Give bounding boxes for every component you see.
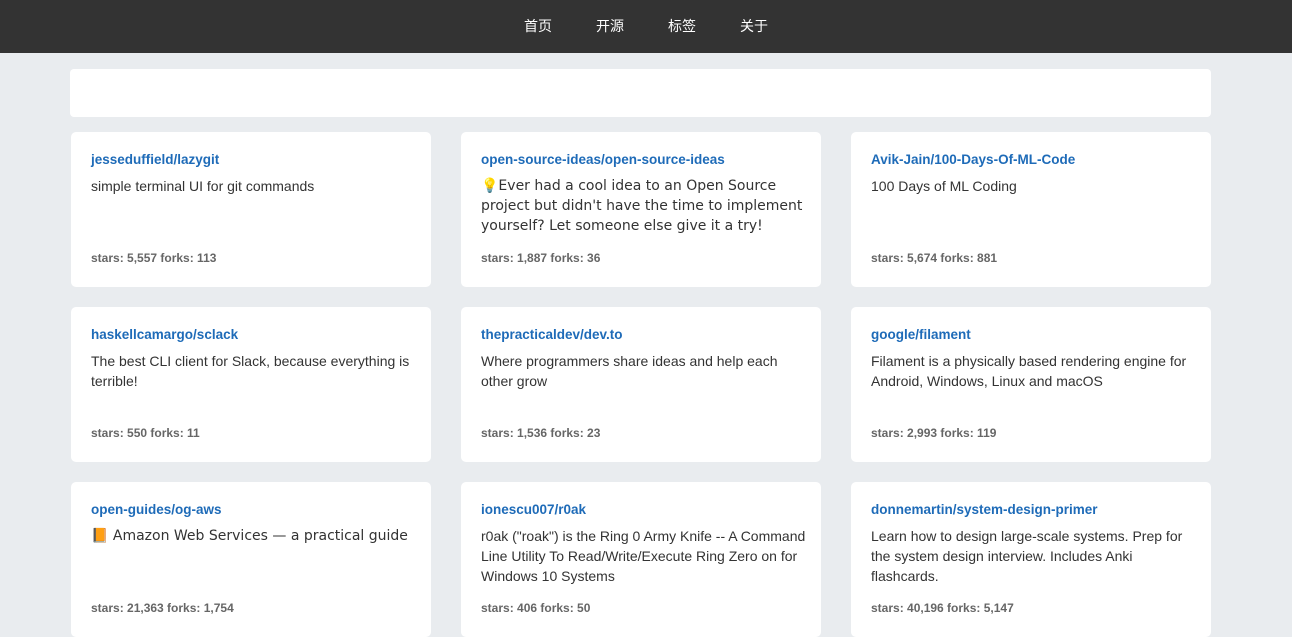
repo-description: Filament is a physically based rendering… bbox=[871, 353, 1187, 389]
repo-description: simple terminal UI for git commands bbox=[91, 178, 315, 194]
repo-description: r0ak ("roak") is the Ring 0 Army Knife -… bbox=[481, 528, 806, 584]
repo-stats: stars: 21,363 forks: 1,754 bbox=[91, 601, 234, 615]
top-nav-bar: 首页 开源 标签 关于 bbox=[0, 0, 1292, 53]
repo-card: open-guides/og-aws 📙 Amazon Web Services… bbox=[71, 482, 431, 637]
repo-description: 100 Days of ML Coding bbox=[871, 178, 1017, 194]
repo-description: Learn how to design large-scale systems.… bbox=[871, 528, 1183, 584]
repo-stats: stars: 550 forks: 11 bbox=[91, 426, 200, 440]
repo-title-link[interactable]: thepracticaldev/dev.to bbox=[481, 327, 623, 342]
nav-open-source-link[interactable]: 开源 bbox=[596, 0, 624, 53]
repo-title-link[interactable]: open-source-ideas/open-source-ideas bbox=[481, 152, 725, 167]
repo-stats: stars: 5,557 forks: 113 bbox=[91, 251, 217, 265]
repo-stats: stars: 1,536 forks: 23 bbox=[481, 426, 601, 440]
repo-title-link[interactable]: open-guides/og-aws bbox=[91, 502, 222, 517]
repo-card: open-source-ideas/open-source-ideas 💡Eve… bbox=[461, 132, 821, 287]
repo-title-link[interactable]: Avik-Jain/100-Days-Of-ML-Code bbox=[871, 152, 1075, 167]
repo-card: thepracticaldev/dev.to Where programmers… bbox=[461, 307, 821, 462]
repo-grid: jesseduffield/lazygit simple terminal UI… bbox=[71, 132, 1211, 637]
repo-title-link[interactable]: jesseduffield/lazygit bbox=[91, 152, 219, 167]
repo-description: 💡Ever had a cool idea to an Open Source … bbox=[481, 178, 803, 234]
repo-description: The best CLI client for Slack, because e… bbox=[91, 353, 410, 389]
repo-card: donnemartin/system-design-primer Learn h… bbox=[851, 482, 1211, 637]
repo-title-link[interactable]: google/filament bbox=[871, 327, 971, 342]
search-panel[interactable] bbox=[70, 69, 1211, 117]
repo-card: jesseduffield/lazygit simple terminal UI… bbox=[71, 132, 431, 287]
nav-tags-link[interactable]: 标签 bbox=[668, 0, 696, 53]
repo-card: google/filament Filament is a physically… bbox=[851, 307, 1211, 462]
main-nav: 首页 开源 标签 关于 bbox=[0, 0, 1292, 53]
repo-title-link[interactable]: donnemartin/system-design-primer bbox=[871, 502, 1098, 517]
nav-home-link[interactable]: 首页 bbox=[524, 0, 552, 53]
repo-stats: stars: 40,196 forks: 5,147 bbox=[871, 601, 1014, 615]
repo-stats: stars: 406 forks: 50 bbox=[481, 601, 591, 615]
repo-card: ionescu007/r0ak r0ak ("roak") is the Rin… bbox=[461, 482, 821, 637]
repo-stats: stars: 2,993 forks: 119 bbox=[871, 426, 997, 440]
repo-title-link[interactable]: haskellcamargo/sclack bbox=[91, 327, 238, 342]
nav-about-link[interactable]: 关于 bbox=[740, 0, 768, 53]
repo-description: Where programmers share ideas and help e… bbox=[481, 353, 778, 389]
repo-title-link[interactable]: ionescu007/r0ak bbox=[481, 502, 586, 517]
repo-stats: stars: 5,674 forks: 881 bbox=[871, 251, 998, 265]
repo-card: haskellcamargo/sclack The best CLI clien… bbox=[71, 307, 431, 462]
repo-stats: stars: 1,887 forks: 36 bbox=[481, 251, 601, 265]
repo-card: Avik-Jain/100-Days-Of-ML-Code 100 Days o… bbox=[851, 132, 1211, 287]
repo-description: 📙 Amazon Web Services — a practical guid… bbox=[91, 528, 408, 544]
